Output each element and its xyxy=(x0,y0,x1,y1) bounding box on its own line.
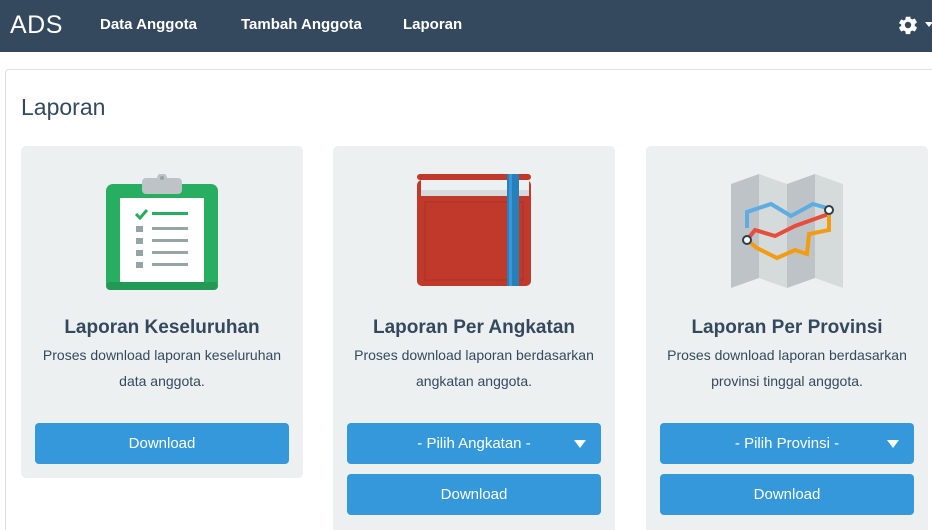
gear-icon[interactable] xyxy=(897,14,919,36)
card-description: Proses download laporan berdasarkan angk… xyxy=(354,347,594,389)
card-description: Proses download laporan berdasarkan prov… xyxy=(667,347,907,389)
chevron-down-icon xyxy=(887,440,899,448)
angkatan-select[interactable]: - Pilih Angkatan - xyxy=(347,423,601,464)
book-icon xyxy=(333,174,615,294)
chevron-down-icon xyxy=(574,440,586,448)
card-description: Proses download laporan keseluruhan data… xyxy=(42,347,282,389)
caret-down-icon[interactable] xyxy=(925,22,932,27)
download-button[interactable]: Download xyxy=(347,474,601,515)
report-card-overall: Laporan Keseluruhan Proses download lapo… xyxy=(21,146,303,478)
provinsi-select[interactable]: - Pilih Provinsi - xyxy=(660,423,914,464)
page-title: Laporan xyxy=(21,94,106,120)
nav-link-laporan[interactable]: Laporan xyxy=(403,15,462,35)
download-button[interactable]: Download xyxy=(35,423,289,464)
top-navbar: ADS Data Anggota Tambah Anggota Laporan xyxy=(0,0,932,52)
card-title: Laporan Per Provinsi xyxy=(691,317,883,338)
nav-link-tambah-anggota[interactable]: Tambah Anggota xyxy=(241,15,362,35)
clipboard-icon xyxy=(21,174,303,294)
nav-link-data-anggota[interactable]: Data Anggota xyxy=(100,15,197,35)
report-card-angkatan: Laporan Per Angkatan Proses download lap… xyxy=(333,146,615,530)
brand-logo[interactable]: ADS xyxy=(10,9,63,41)
select-label: - Pilih Angkatan - xyxy=(417,435,531,452)
map-icon xyxy=(646,174,928,294)
download-button[interactable]: Download xyxy=(660,474,914,515)
card-title: Laporan Keseluruhan xyxy=(64,317,260,338)
report-card-provinsi: Laporan Per Provinsi Proses download lap… xyxy=(646,146,928,530)
card-title: Laporan Per Angkatan xyxy=(372,317,575,338)
select-label: - Pilih Provinsi - xyxy=(734,435,840,452)
